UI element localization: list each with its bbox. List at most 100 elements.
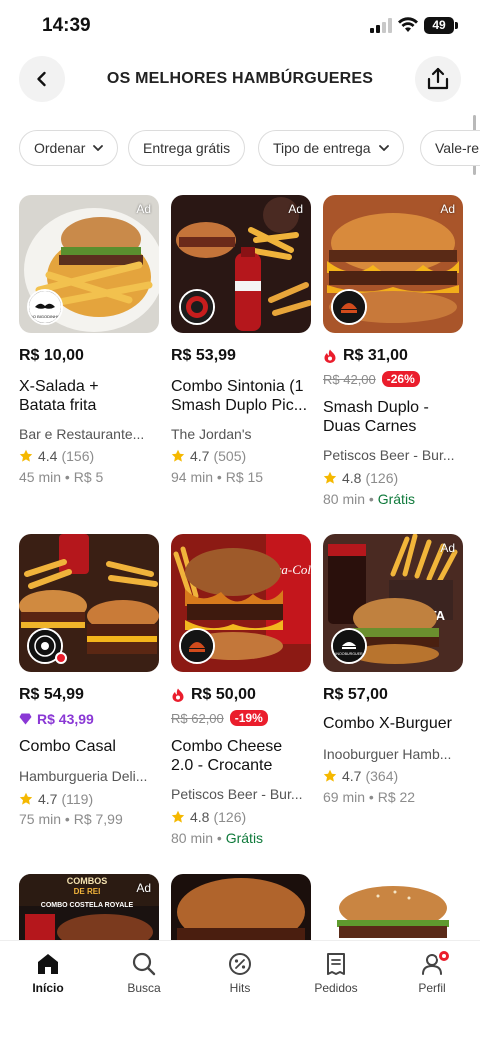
product-price: R$ 54,99 [19,686,84,703]
store-logo [331,289,367,325]
product-image [323,874,463,940]
product-name: Combo Cheese 2.0 - Crocante [171,737,313,775]
rating-value: 4.7 [38,791,58,807]
product-card[interactable]: FATA Ad INOOBURGUER R$ 57,00 Combo X-Bur… [323,534,463,834]
nav-item-pedidos[interactable]: Pedidos [296,951,376,995]
product-card[interactable]: COMBOS DE REI COMBO COSTELA ROYALE Ad [19,874,159,940]
delivery-time: 75 min [19,811,62,827]
product-name-line: X-Salada + [19,378,99,395]
nav-item-perfil[interactable]: Perfil [392,951,472,995]
product-image [171,874,311,940]
product-price-value: R$ 31,00 [343,347,408,364]
ad-label: Ad [136,202,151,216]
flame-icon [172,688,184,702]
star-icon [323,769,337,782]
nav-item-busca[interactable]: Busca [104,951,184,995]
delivery-fee: R$ 22 [377,789,416,805]
product-name: Smash Duplo - Duas Carnes [323,398,465,436]
nav-item-inicio[interactable]: Início [8,951,88,995]
star-icon [171,810,185,823]
store-rating: 4.7 (119) [19,791,93,807]
delivery-time: 69 min [323,789,366,805]
orders-icon [327,953,345,975]
product-name-line: Combo Sintonia (1 [171,378,304,395]
delivery-fee: R$ 5 [73,469,104,485]
nav-label: Hits [229,981,251,995]
nav-item-hits[interactable]: Hits [200,951,280,995]
product-image: Ad [323,195,463,333]
rating-count: (156) [61,448,95,464]
notification-dot [437,949,451,963]
delivery-fee: Grátis [377,491,416,507]
store-logo: INOOBURGUER [331,628,367,664]
delivery-time: 94 min [171,469,214,485]
nav-label: Início [32,981,64,995]
delivery-fee: R$ 15 [225,469,264,485]
delivery-time: 45 min [19,469,62,485]
store-rating: 4.7 (505) [171,448,246,464]
star-icon [19,792,33,805]
product-name: Combo X-Burguer [323,714,465,733]
ad-label: Ad [440,202,455,216]
discount-row: R$ 62,00 -19% [171,710,268,726]
hits-icon [229,953,251,975]
star-icon [323,471,337,484]
product-price-value: R$ 50,00 [191,686,256,703]
store-rating: 4.7 (364) [323,768,398,784]
store-status-dot [55,652,67,664]
store-rating: 4.8 (126) [323,470,398,486]
delivery-fee: Grátis [225,830,264,846]
product-name: Combo Sintonia (1 Smash Duplo Pic... [171,377,313,415]
product-card[interactable]: Ad DO BIGODINHO R$ 10,00 X-Salada + Bata… [19,195,159,495]
search-icon [132,952,156,976]
delivery-info: 45 min • R$ 5 [19,469,104,485]
delivery-info: 80 min • Grátis [171,830,264,846]
ad-label: Ad [288,202,303,216]
store-logo-text: DO BIGODINHO [30,314,60,319]
product-image: Coca-Cola [171,534,311,672]
nav-label: Perfil [418,981,446,995]
rating-count: (505) [213,448,247,464]
store-logo: DO BIGODINHO [27,289,63,325]
store-rating: 4.4 (156) [19,448,94,464]
rating-value: 4.4 [38,448,58,464]
product-price: R$ 31,00 [323,347,408,365]
star-icon [171,449,185,462]
product-card[interactable] [171,874,311,940]
product-price: R$ 50,00 [171,686,256,704]
product-price: R$ 53,99 [171,347,236,364]
delivery-fee: R$ 7,99 [73,811,123,827]
store-logo [179,628,215,664]
rating-value: 4.8 [190,809,210,825]
product-card[interactable]: Coca-Cola R$ 50,00 R$ 62,00 -19% Combo C… [171,534,311,854]
delivery-info: 80 min • Grátis [323,491,416,507]
delivery-time: 80 min [323,491,366,507]
store-rating: 4.8 (126) [171,809,246,825]
bottom-nav: Início Busca Hits Pedidos Perfil [0,940,480,1038]
product-image: Ad [171,195,311,333]
ad-label: Ad [440,541,455,555]
discount-badge: -26% [381,371,420,387]
rating-value: 4.8 [342,470,362,486]
flame-icon [324,349,336,363]
product-card[interactable] [323,874,463,940]
rating-value: 4.7 [190,448,210,464]
store-name: Inooburguer Hamb... [323,746,452,762]
product-grid: Ad DO BIGODINHO R$ 10,00 X-Salada + Bata… [0,0,480,940]
delivery-info: 69 min • R$ 22 [323,789,416,805]
product-name-line: Combo X-Burguer [323,715,452,732]
store-logo-text: INOOBURGUER [335,652,363,656]
original-price: R$ 42,00 [323,371,376,387]
star-icon [19,449,33,462]
product-price: R$ 10,00 [19,347,84,364]
promo-text: COMBO COSTELA ROYALE [41,902,134,909]
promo-text: DE REI [74,887,101,896]
product-card[interactable]: Ad R$ 31,00 R$ 42,00 -26% Smash Duplo - … [323,195,463,515]
product-image: FATA Ad INOOBURGUER [323,534,463,672]
product-card[interactable]: R$ 54,99 R$ 43,99 Combo Casal Hamburguer… [19,534,159,834]
product-card[interactable]: Ad R$ 53,99 Combo Sintonia (1 Smash Dupl… [171,195,311,495]
store-name: Petiscos Beer - Bur... [323,447,455,463]
rating-count: (126) [365,470,399,486]
rating-value: 4.7 [342,768,362,784]
product-name-line: Smash Duplo - [323,399,429,416]
